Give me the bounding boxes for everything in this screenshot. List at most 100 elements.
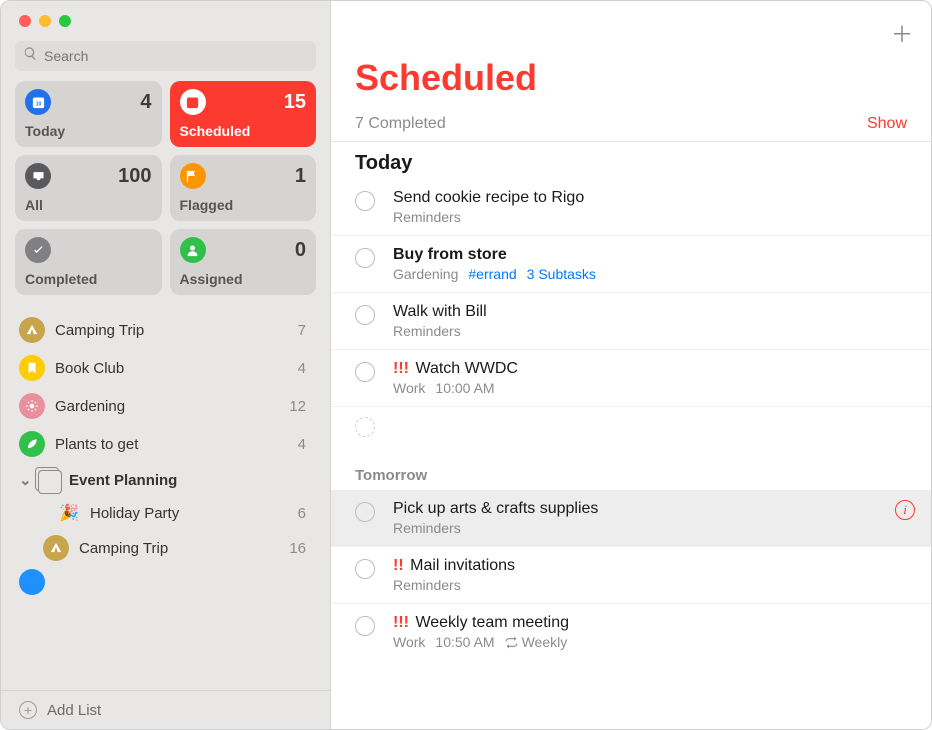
task-title: Send cookie recipe to Rigo [393, 189, 915, 207]
repeat-indicator: Weekly [505, 634, 568, 650]
chevron-down-icon: ⌄ [19, 471, 33, 489]
task-row[interactable]: Send cookie recipe to Rigo Reminders [331, 179, 931, 236]
add-list-label: Add List [47, 702, 101, 719]
complete-radio[interactable] [355, 305, 375, 325]
priority-indicator: !! [393, 557, 404, 574]
complete-radio[interactable] [355, 559, 375, 579]
party-icon: 🎉 [56, 503, 82, 523]
task-row[interactable]: Buy from store Gardening #errand 3 Subta… [331, 236, 931, 293]
task-time: 10:50 AM [435, 634, 494, 650]
list-count: 7 [298, 322, 312, 339]
window-controls [19, 15, 71, 27]
svg-text:10: 10 [35, 101, 41, 107]
task-list: Work [393, 380, 425, 396]
smart-today-count: 4 [140, 91, 151, 114]
group-event-planning[interactable]: ⌄ Event Planning [1, 463, 330, 497]
new-task-placeholder[interactable] [331, 407, 931, 453]
info-button[interactable]: i [895, 500, 915, 520]
smart-flagged-count: 1 [295, 165, 306, 188]
list-count: 4 [298, 360, 312, 377]
smart-completed-label: Completed [25, 271, 152, 287]
checkmark-icon [25, 237, 51, 263]
list-partial[interactable] [1, 567, 330, 595]
show-completed-button[interactable]: Show [867, 115, 907, 133]
smart-all[interactable]: 100 All [15, 155, 162, 221]
list-camping-trip-2[interactable]: Camping Trip 16 [1, 529, 330, 567]
calendar-today-icon: 10 [25, 89, 51, 115]
task-subtasks[interactable]: 3 Subtasks [527, 266, 596, 282]
smart-assigned-label: Assigned [180, 271, 307, 287]
complete-radio[interactable] [355, 616, 375, 636]
task-list: Reminders [393, 577, 461, 593]
list-holiday-party[interactable]: 🎉 Holiday Party 6 [1, 497, 330, 529]
list-label: Plants to get [55, 436, 138, 453]
flag-icon [180, 163, 206, 189]
list-gardening[interactable]: Gardening 12 [1, 387, 330, 425]
section-today-title: Today [331, 142, 931, 179]
smart-flagged[interactable]: 1 Flagged [170, 155, 317, 221]
titlebar [1, 1, 330, 37]
section-tomorrow-title: Tomorrow [331, 453, 931, 490]
task-row[interactable]: Walk with Bill Reminders [331, 293, 931, 350]
smart-assigned-count: 0 [295, 239, 306, 262]
search-input[interactable] [44, 48, 308, 64]
task-list: Gardening [393, 266, 458, 282]
add-reminder-button[interactable]: ＋ [891, 17, 913, 49]
smart-scheduled[interactable]: 15 Scheduled [170, 81, 317, 147]
tent-icon [43, 535, 69, 561]
list-label: Holiday Party [90, 505, 179, 522]
placeholder-radio [355, 417, 375, 437]
task-list: Reminders [393, 209, 461, 225]
smart-assigned[interactable]: 0 Assigned [170, 229, 317, 295]
main-toolbar: ＋ [331, 1, 931, 49]
task-title: !!! Watch WWDC [393, 360, 915, 378]
inbox-icon [25, 163, 51, 189]
app-window: 10 4 Today 15 Scheduled [0, 0, 932, 730]
list-label: Camping Trip [79, 540, 168, 557]
complete-radio[interactable] [355, 191, 375, 211]
smart-today[interactable]: 10 4 Today [15, 81, 162, 147]
minimize-window-button[interactable] [39, 15, 51, 27]
page-title: Scheduled [331, 49, 931, 105]
smart-scheduled-count: 15 [284, 91, 306, 114]
calendar-icon [180, 89, 206, 115]
list-icon [19, 569, 45, 595]
list-camping-trip[interactable]: Camping Trip 7 [1, 311, 330, 349]
add-list-button[interactable]: + Add List [1, 690, 330, 729]
smart-scheduled-label: Scheduled [180, 123, 307, 139]
close-window-button[interactable] [19, 15, 31, 27]
complete-radio[interactable] [355, 248, 375, 268]
task-row[interactable]: !! Mail invitations Reminders [331, 547, 931, 604]
complete-radio[interactable] [355, 362, 375, 382]
list-label: Book Club [55, 360, 124, 377]
today-tasks: Send cookie recipe to Rigo Reminders Buy… [331, 179, 931, 453]
smart-completed[interactable]: Completed [15, 229, 162, 295]
list-label: Gardening [55, 398, 125, 415]
tent-icon [19, 317, 45, 343]
list-label: Camping Trip [55, 322, 144, 339]
search-field[interactable] [15, 41, 316, 71]
list-count: 4 [298, 436, 312, 453]
group-stack-icon [37, 469, 59, 491]
smart-lists-grid: 10 4 Today 15 Scheduled [1, 81, 330, 307]
leaf-icon [19, 431, 45, 457]
task-row[interactable]: Pick up arts & crafts supplies Reminders… [331, 490, 931, 547]
task-title: Walk with Bill [393, 303, 915, 321]
task-row[interactable]: !!! Watch WWDC Work 10:00 AM [331, 350, 931, 407]
list-count: 6 [298, 505, 312, 522]
task-row[interactable]: !!! Weekly team meeting Work 10:50 AM We… [331, 604, 931, 660]
fullscreen-window-button[interactable] [59, 15, 71, 27]
group-label: Event Planning [69, 472, 177, 489]
smart-today-label: Today [25, 123, 152, 139]
list-plants-to-get[interactable]: Plants to get 4 [1, 425, 330, 463]
smart-all-label: All [25, 197, 152, 213]
task-title: Pick up arts & crafts supplies [393, 500, 887, 518]
sidebar: 10 4 Today 15 Scheduled [1, 1, 331, 729]
bookmark-icon [19, 355, 45, 381]
task-tag[interactable]: #errand [468, 266, 516, 282]
task-title: !! Mail invitations [393, 557, 915, 575]
complete-radio[interactable] [355, 502, 375, 522]
plus-circle-icon: + [19, 701, 37, 719]
list-book-club[interactable]: Book Club 4 [1, 349, 330, 387]
task-time: 10:00 AM [435, 380, 494, 396]
